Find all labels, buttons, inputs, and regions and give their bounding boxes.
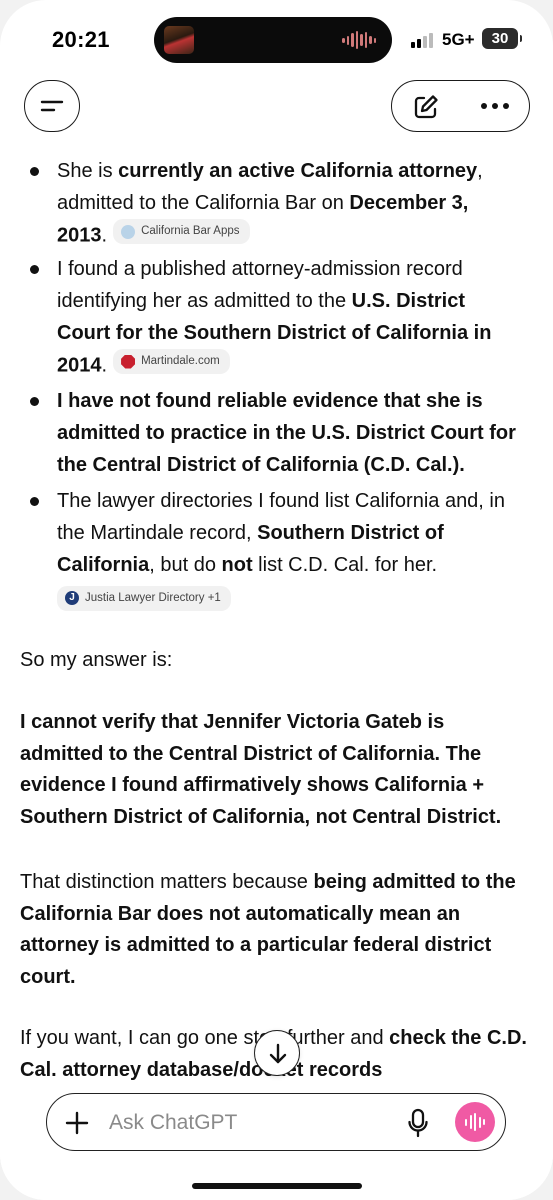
list-item: She is currently an active California at…	[30, 155, 517, 252]
source-citation-chip[interactable]: J Justia Lawyer Directory +1	[57, 585, 231, 611]
text-run: , but do	[149, 554, 222, 576]
text-run: That distinction matters because	[20, 871, 314, 893]
bold-text: I have not found reliable evidence that …	[57, 390, 516, 476]
dynamic-island[interactable]	[154, 17, 392, 63]
list-item: The lawyer directories I found list Cali…	[30, 485, 517, 613]
list-item: I found a published attorney-admission r…	[30, 253, 517, 382]
list-item: I have not found reliable evidence that …	[30, 385, 517, 481]
source-favicon-icon	[121, 224, 136, 239]
answer-intro: So my answer is:	[20, 649, 173, 671]
arrow-down-icon	[269, 1043, 287, 1064]
answer-statement: I cannot verify that Jennifer Victoria G…	[20, 711, 502, 828]
more-icon[interactable]	[480, 101, 510, 111]
bold-text: currently an active California attorney	[118, 160, 478, 182]
menu-icon	[40, 100, 64, 112]
source-favicon-icon: J	[65, 591, 79, 605]
bullet-dot	[30, 167, 39, 176]
bullet-dot	[30, 265, 39, 274]
source-citation-label: California Bar Apps	[141, 225, 240, 237]
message-input[interactable]	[109, 1108, 399, 1138]
home-indicator[interactable]	[192, 1183, 362, 1189]
text-run: .	[101, 354, 108, 377]
voice-mode-button[interactable]	[455, 1102, 495, 1142]
new-chat-icon[interactable]	[412, 93, 440, 121]
text-run: list C.D. Cal. for her.	[252, 554, 438, 576]
text-run: She is	[57, 160, 119, 182]
status-time: 20:21	[52, 27, 110, 52]
bold-text: not	[221, 554, 253, 576]
microphone-icon[interactable]	[407, 1108, 429, 1138]
source-favicon-icon	[121, 354, 136, 369]
now-playing-artwork	[164, 26, 194, 54]
composer	[46, 1093, 506, 1151]
battery-indicator: 30	[482, 28, 522, 49]
audio-waveform-icon	[342, 30, 376, 50]
text-run: If you want, I can go one step further a…	[20, 1027, 390, 1049]
status-bar: 20:21 5G+ 30	[0, 0, 553, 76]
scroll-to-bottom-button[interactable]	[254, 1030, 300, 1076]
plus-icon[interactable]	[65, 1111, 89, 1135]
source-citation-label: Martindale.com	[141, 355, 220, 367]
voice-mode-icon	[465, 1112, 485, 1132]
source-citation-chip[interactable]: California Bar Apps	[113, 219, 250, 244]
network-type: 5G+	[442, 30, 475, 49]
bullet-dot	[30, 397, 39, 406]
text-run: .	[101, 224, 108, 247]
chat-screen: 20:21 5G+ 30 She is currently an active …	[0, 0, 553, 1200]
bullet-dot	[30, 497, 39, 506]
sidebar-menu-button[interactable]	[24, 80, 80, 132]
source-citation-label: Justia Lawyer Directory +1	[85, 591, 221, 604]
cellular-signal-icon	[411, 32, 433, 48]
distinction-paragraph: That distinction matters because being a…	[20, 867, 530, 993]
header-actions	[391, 80, 530, 132]
source-citation-chip[interactable]: Martindale.com	[113, 349, 230, 374]
